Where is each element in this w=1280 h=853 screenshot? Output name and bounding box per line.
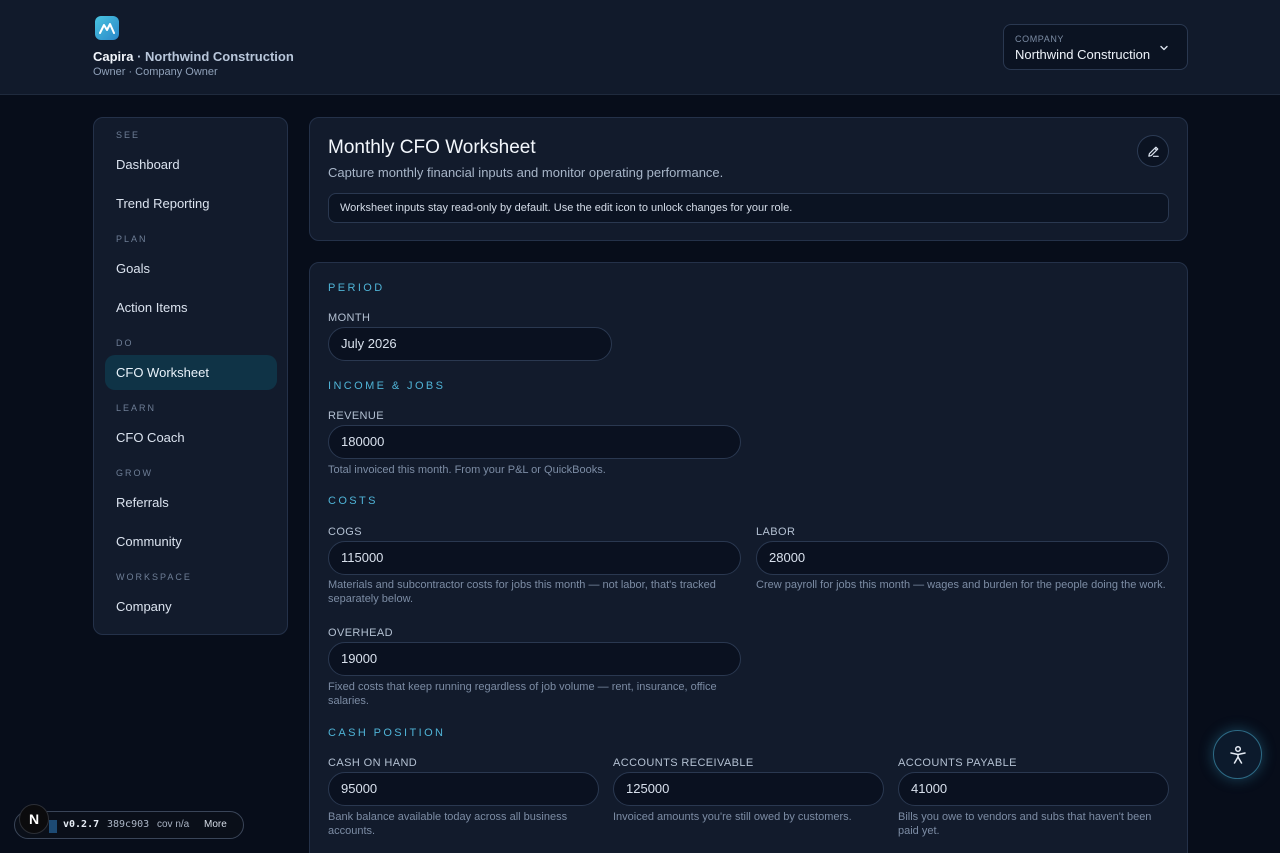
accessibility-button[interactable] xyxy=(1213,730,1262,779)
revenue-input[interactable]: 180000 xyxy=(328,425,741,459)
accounts-payable-label: ACCOUNTS PAYABLE xyxy=(898,757,1017,769)
company-select-label: COMPANY xyxy=(1015,34,1065,44)
sidebar-item-goals[interactable]: Goals xyxy=(105,251,277,286)
labor-label: LABOR xyxy=(756,526,796,538)
more-button[interactable]: More xyxy=(204,819,227,830)
section-heading-costs: COSTS xyxy=(328,495,378,507)
cogs-help: Materials and subcontractor costs for jo… xyxy=(328,579,716,605)
sidebar-section-plan: PLAN xyxy=(116,234,148,244)
accounts-receivable-label: ACCOUNTS RECEIVABLE xyxy=(613,757,754,769)
dev-toolbar: N v0.2.7 389c903 cov n/a More xyxy=(14,804,244,839)
sidebar-section-see: SEE xyxy=(116,130,141,140)
user-role: Owner · Company Owner xyxy=(93,66,218,78)
read-only-notice: Worksheet inputs stay read-only by defau… xyxy=(328,193,1169,223)
cogs-label: COGS xyxy=(328,526,362,538)
sidebar-section-workspace: WORKSPACE xyxy=(116,572,192,582)
labor-input[interactable]: 28000 xyxy=(756,541,1169,575)
sidebar-item-cfo-coach[interactable]: CFO Coach xyxy=(105,420,277,455)
section-heading-income: INCOME & JOBS xyxy=(328,380,446,392)
brand-line: Capira · Northwind Construction xyxy=(93,49,294,64)
page-subtitle: Capture monthly financial inputs and mon… xyxy=(328,165,724,180)
sidebar-item-trend-reporting[interactable]: Trend Reporting xyxy=(105,186,277,221)
month-input[interactable]: July 2026 xyxy=(328,327,612,361)
nextjs-badge[interactable]: N xyxy=(19,804,49,834)
accounts-payable-help: Bills you owe to vendors and subs that h… xyxy=(898,811,1152,837)
company-select-value: Northwind Construction xyxy=(1015,47,1151,62)
chevron-down-icon xyxy=(1160,45,1168,51)
sidebar-item-action-items[interactable]: Action Items xyxy=(105,290,277,325)
overhead-input[interactable]: 19000 xyxy=(328,642,741,676)
sidebar-section-learn: LEARN xyxy=(116,403,157,413)
section-heading-period: PERIOD xyxy=(328,282,385,294)
cash-on-hand-input[interactable]: 95000 xyxy=(328,772,599,806)
accounts-receivable-help: Invoiced amounts you're still owed by cu… xyxy=(613,811,852,823)
section-heading-cash-position: CASH POSITION xyxy=(328,727,446,739)
dev-indicator xyxy=(49,820,57,833)
brand-company-name: Northwind Construction xyxy=(145,49,294,64)
sidebar-nav: SEE Dashboard Trend Reporting PLAN Goals… xyxy=(93,117,288,635)
sidebar-item-cfo-worksheet[interactable]: CFO Worksheet xyxy=(105,355,277,390)
worksheet-form-card: PERIOD MONTH July 2026 INCOME & JOBS REV… xyxy=(309,262,1188,853)
edit-button[interactable] xyxy=(1137,135,1169,167)
sidebar-section-do: DO xyxy=(116,338,134,348)
revenue-label: REVENUE xyxy=(328,410,384,422)
version-label: v0.2.7 xyxy=(63,819,100,830)
brand-separator: · xyxy=(133,49,146,64)
accounts-receivable-input[interactable]: 125000 xyxy=(613,772,884,806)
sidebar-section-grow: GROW xyxy=(116,468,153,478)
commit-hash: 389c903 xyxy=(107,819,150,830)
cogs-input[interactable]: 115000 xyxy=(328,541,741,575)
capira-logo-icon[interactable] xyxy=(95,16,119,40)
month-label: MONTH xyxy=(328,312,371,324)
page-title: Monthly CFO Worksheet xyxy=(328,137,536,158)
overhead-help: Fixed costs that keep running regardless… xyxy=(328,681,717,707)
overhead-label: OVERHEAD xyxy=(328,627,393,639)
revenue-help: Total invoiced this month. From your P&L… xyxy=(328,464,606,476)
accessibility-icon xyxy=(1229,745,1246,764)
sidebar-item-referrals[interactable]: Referrals xyxy=(105,485,277,520)
accounts-payable-input[interactable]: 41000 xyxy=(898,772,1169,806)
labor-help: Crew payroll for jobs this month — wages… xyxy=(756,579,1166,591)
top-header: Capira · Northwind Construction Owner · … xyxy=(0,0,1280,95)
worksheet-header-card: Monthly CFO Worksheet Capture monthly fi… xyxy=(309,117,1188,241)
coverage-label: cov n/a xyxy=(157,819,190,830)
cash-on-hand-help: Bank balance available today across all … xyxy=(328,811,568,837)
cash-on-hand-label: CASH ON HAND xyxy=(328,757,418,769)
sidebar-item-community[interactable]: Community xyxy=(105,524,277,559)
company-select[interactable]: COMPANY Northwind Construction xyxy=(1003,24,1188,70)
sidebar-item-company[interactable]: Company xyxy=(105,589,277,624)
pencil-icon xyxy=(1147,146,1159,157)
brand-name: Capira xyxy=(93,49,134,64)
sidebar-item-dashboard[interactable]: Dashboard xyxy=(105,147,277,182)
